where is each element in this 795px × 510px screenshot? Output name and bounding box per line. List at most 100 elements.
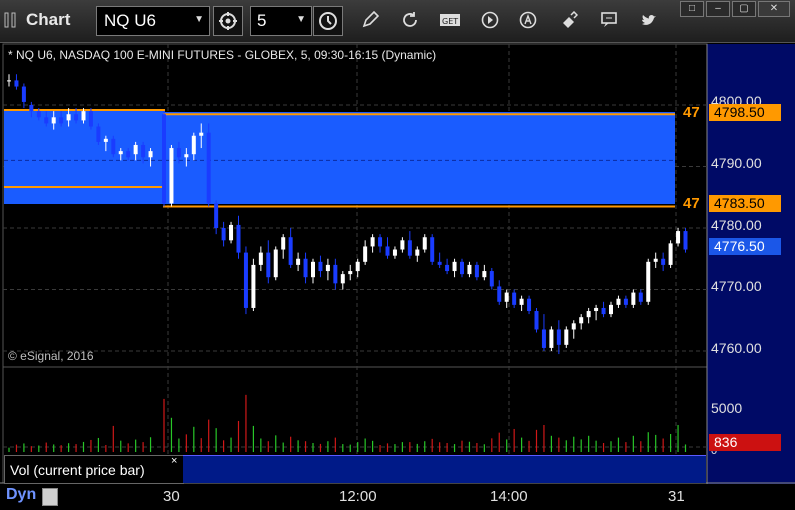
- price-axis-label: 4760.00: [711, 340, 762, 356]
- close-button[interactable]: ✕: [758, 1, 790, 17]
- candle-body: [236, 224, 241, 253]
- alert-icon[interactable]: [516, 9, 540, 31]
- candle-body: [609, 304, 613, 315]
- candle-body: [363, 246, 368, 262]
- candle-body: [534, 311, 539, 330]
- time-axis-label: 30: [163, 488, 180, 505]
- candle-body: [169, 148, 174, 204]
- candle-body: [489, 271, 494, 287]
- candle-body: [676, 231, 681, 244]
- chevron-down-icon[interactable]: ▼: [296, 14, 306, 25]
- candle-body: [392, 249, 397, 256]
- volume-last-tag: 836: [709, 434, 781, 451]
- price-axis-label: 4780.00: [711, 217, 762, 233]
- candle-body: [631, 292, 636, 305]
- chevron-down-icon[interactable]: ▼: [194, 14, 204, 25]
- candle-body: [133, 144, 138, 155]
- candle-body: [482, 271, 487, 278]
- highlight-zone[interactable]: [4, 109, 675, 208]
- lower-zone-label: 47: [683, 195, 700, 212]
- candle-body: [141, 144, 146, 158]
- candle-body: [325, 264, 330, 272]
- candle-body: [474, 264, 479, 278]
- candle-body: [162, 114, 166, 204]
- candle-body: [266, 252, 271, 278]
- candle-body: [318, 261, 323, 272]
- candle-body: [623, 298, 628, 305]
- candle-body: [407, 240, 412, 256]
- restore-button[interactable]: □: [680, 1, 704, 17]
- refresh-icon[interactable]: [398, 9, 422, 31]
- chart-area[interactable]: [0, 42, 795, 510]
- candle-body: [556, 329, 561, 345]
- candle-body: [564, 329, 569, 345]
- play-icon[interactable]: [478, 9, 502, 31]
- candle-body: [126, 151, 131, 158]
- candle-body: [221, 228, 226, 241]
- candle-body: [616, 298, 621, 305]
- candle-body: [251, 264, 256, 308]
- maximize-button[interactable]: ▢: [732, 1, 756, 17]
- candle-body: [88, 111, 93, 127]
- candle-body: [460, 261, 464, 275]
- candle-body: [430, 237, 435, 262]
- candle-body: [303, 258, 308, 278]
- twitter-icon[interactable]: [637, 9, 661, 31]
- link-icon[interactable]: [213, 6, 243, 36]
- zone-rectangle[interactable]: [4, 112, 675, 204]
- last-price-tag: 4776.50: [709, 238, 781, 255]
- lock-icon[interactable]: [42, 488, 58, 506]
- candle-body: [638, 292, 643, 302]
- close-icon[interactable]: ×: [171, 455, 177, 467]
- time-axis-label: 14:00: [490, 488, 528, 505]
- copyright: © eSignal, 2016: [8, 349, 94, 363]
- time-axis-label: 31: [668, 488, 685, 505]
- candle-body: [571, 323, 576, 330]
- drag-grip-icon[interactable]: [4, 12, 18, 28]
- clock-icon[interactable]: [313, 6, 343, 36]
- candle-body: [273, 249, 278, 278]
- candle-body: [148, 151, 153, 158]
- svg-text:GET: GET: [442, 17, 458, 26]
- volume-study-strip: [183, 455, 706, 483]
- candle-body: [661, 258, 666, 265]
- candle-body: [81, 111, 86, 121]
- candle-body: [527, 298, 532, 312]
- candle-body: [355, 261, 360, 272]
- candle-body: [51, 117, 56, 124]
- comment-icon[interactable]: [597, 9, 621, 31]
- candle-body: [683, 231, 688, 250]
- candle-body: [281, 237, 286, 250]
- candle-body: [504, 292, 509, 302]
- candle-body: [378, 237, 383, 247]
- candle-body: [452, 261, 457, 272]
- candle-body: [66, 114, 71, 121]
- drawing-icon[interactable]: [557, 9, 581, 31]
- candle-body: [59, 117, 64, 124]
- candle-body: [118, 151, 123, 155]
- get-icon[interactable]: GET: [438, 9, 462, 31]
- chart-header: * NQ U6, NASDAQ 100 E-MINI FUTURES - GLO…: [8, 48, 437, 62]
- candle-body: [14, 80, 19, 87]
- candle-body: [437, 261, 442, 265]
- candle-body: [7, 80, 11, 82]
- candle-body: [333, 264, 338, 284]
- candle-body: [512, 292, 517, 305]
- candle-body: [646, 261, 651, 302]
- price-axis-label: 4770.00: [711, 278, 762, 294]
- candle-body: [74, 114, 79, 121]
- minimize-button[interactable]: –: [706, 1, 730, 17]
- candle-body: [184, 154, 189, 158]
- volume-axis-label: 5000: [711, 400, 743, 416]
- candle-body: [206, 132, 211, 204]
- window-title: Chart: [26, 10, 71, 29]
- candle-body: [519, 298, 524, 305]
- interval-input[interactable]: 5 ▼: [250, 6, 312, 36]
- candle-body: [311, 261, 315, 278]
- upper-zone-label: 47: [683, 104, 700, 121]
- candle-body: [497, 286, 502, 302]
- symbol-input[interactable]: NQ U6 ▼: [96, 6, 210, 36]
- pencil-icon[interactable]: [358, 9, 382, 31]
- candle-body: [445, 264, 450, 272]
- candle-body: [296, 258, 301, 265]
